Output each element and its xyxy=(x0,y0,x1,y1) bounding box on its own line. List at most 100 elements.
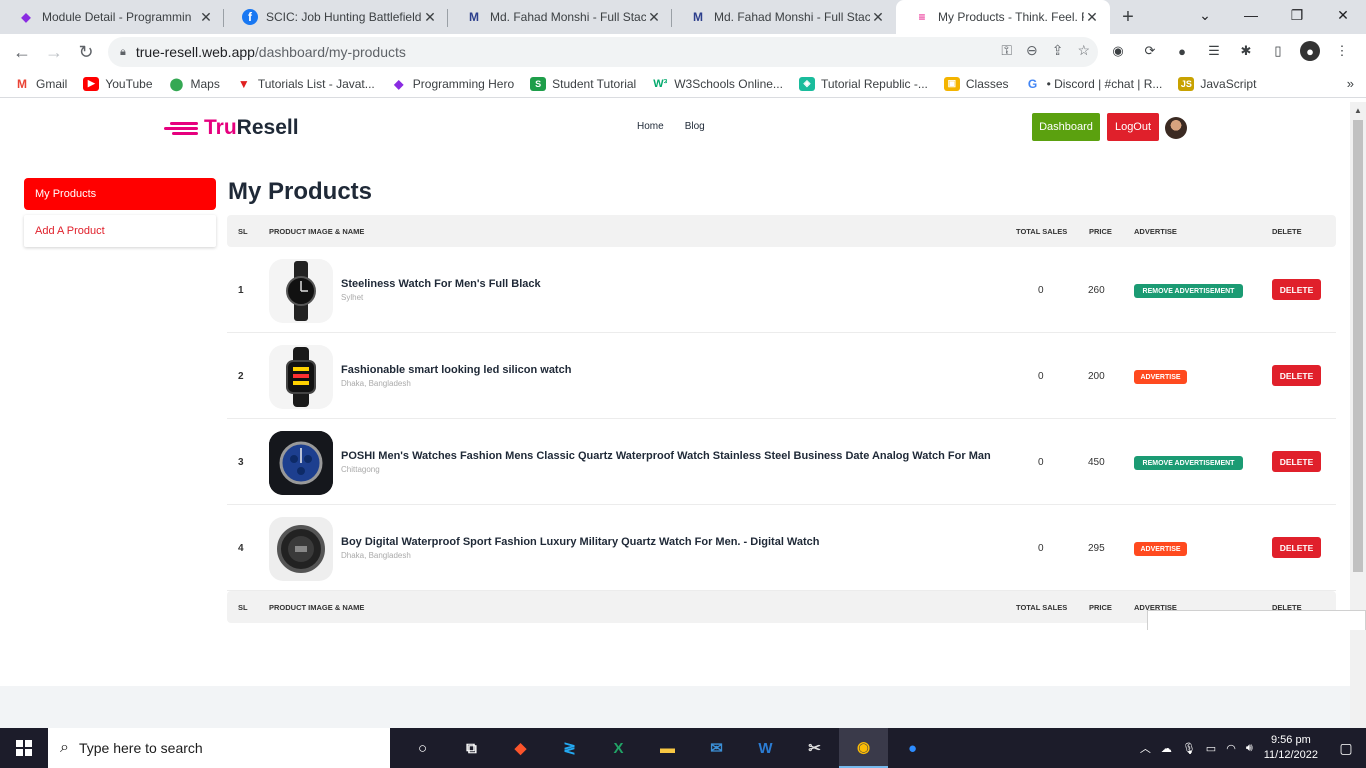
file-explorer-icon[interactable]: ▬ xyxy=(643,728,692,768)
tab-search-icon[interactable]: ⌄ xyxy=(1182,0,1228,30)
total-sales: 0 xyxy=(1038,543,1044,554)
zoom-icon[interactable]: ⊖ xyxy=(1026,42,1038,59)
bookmark-tutorial-republic[interactable]: ◈ Tutorial Republic -... xyxy=(798,76,928,91)
vscode-icon[interactable]: ≷ xyxy=(545,728,594,768)
brave-browser-icon[interactable]: ◆ xyxy=(496,728,545,768)
bookmark-tutorials-list[interactable]: ▼ Tutorials List - Javat... xyxy=(235,76,375,91)
puzzle-extensions-icon[interactable]: ✱ xyxy=(1236,41,1256,61)
sidebar-item-add-product[interactable]: Add A Product xyxy=(24,215,216,247)
restore-icon[interactable]: ❐ xyxy=(1274,0,1320,30)
cortana-icon[interactable]: ○ xyxy=(398,728,447,768)
bookmark-label: JavaScript xyxy=(1200,76,1257,91)
browser-tab[interactable]: M Md. Fahad Monshi - Full Stac ✕ xyxy=(448,0,672,34)
product-price: 260 xyxy=(1088,285,1105,296)
profile-avatar-icon[interactable]: ● xyxy=(1300,41,1320,61)
bookmark-gmail[interactable]: M Gmail xyxy=(14,76,67,91)
browser-tab[interactable]: ◆ Module Detail - Programmin ✕ xyxy=(0,0,224,34)
onedrive-icon[interactable]: ☁ xyxy=(1161,742,1172,755)
product-location: Dhaka, Bangladesh xyxy=(341,551,411,560)
wifi-icon[interactable]: ◠ xyxy=(1226,742,1236,755)
taskbar-search-input[interactable]: ⌕ Type here to search xyxy=(48,728,390,768)
side-panel-icon[interactable]: ▯ xyxy=(1268,41,1288,61)
back-icon[interactable]: ← xyxy=(6,36,38,68)
sync-extension-icon[interactable]: ⟳ xyxy=(1140,41,1160,61)
bookmark-discord[interactable]: G • Discord | #chat | R... xyxy=(1024,76,1162,91)
sidebar-item-my-products[interactable]: My Products xyxy=(24,178,216,210)
nav-home-link[interactable]: Home xyxy=(637,121,664,132)
bookmark-programming-hero[interactable]: ◆ Programming Hero xyxy=(390,76,514,91)
classroom-icon: ▣ xyxy=(943,76,960,91)
bookmark-w3schools[interactable]: W³ W3Schools Online... xyxy=(652,76,783,91)
bookmark-classes[interactable]: ▣ Classes xyxy=(943,76,1009,91)
chrome-icon[interactable]: ◉ xyxy=(839,728,888,768)
mail-icon[interactable]: ✉ xyxy=(692,728,741,768)
tab-title: My Products - Think. Feel. Re xyxy=(938,10,1084,24)
show-hidden-icons-icon[interactable]: ︿ xyxy=(1140,740,1151,756)
new-tab-button[interactable]: + xyxy=(1110,0,1146,34)
windows-start-icon[interactable] xyxy=(0,728,48,768)
delete-button[interactable]: DELETE xyxy=(1272,365,1321,386)
circle-extension-icon[interactable]: ● xyxy=(1172,41,1192,61)
bookmark-star-icon[interactable]: ☆ xyxy=(1077,42,1090,59)
volume-icon[interactable]: 🔊︎ xyxy=(1246,742,1253,755)
remove-advertisement-button[interactable]: REMOVE ADVERTISEMENT xyxy=(1134,456,1243,470)
close-tab-icon[interactable]: ✕ xyxy=(422,9,438,26)
advertise-button[interactable]: ADVERTISE xyxy=(1134,542,1187,556)
delete-button[interactable]: DELETE xyxy=(1272,451,1321,472)
bookmark-maps[interactable]: ⬤ Maps xyxy=(168,76,220,91)
notification-center-icon[interactable]: ▢ xyxy=(1326,728,1366,768)
camera-extension-icon[interactable]: ◉ xyxy=(1108,41,1128,61)
scrollbar-thumb[interactable] xyxy=(1353,120,1363,572)
snipping-tool-icon[interactable]: ✂ xyxy=(790,728,839,768)
bookmarks-bar: M Gmail ▶ YouTube ⬤ Maps ▼ Tutorials List - … xyxy=(0,70,1366,98)
logo-text-suffix: Resell xyxy=(236,116,299,139)
url-field[interactable]: 🔒︎ true-resell.web.app /dashboard/my-pro… xyxy=(108,37,1098,67)
share-icon[interactable]: ⇪ xyxy=(1052,42,1064,59)
site-logo[interactable]: Tru Resell xyxy=(164,116,299,140)
logout-button[interactable]: LogOut xyxy=(1107,113,1159,141)
page-footer xyxy=(0,686,1350,728)
browser-tab[interactable]: f SCIC: Job Hunting Battlefield ✕ xyxy=(224,0,448,34)
delete-button[interactable]: DELETE xyxy=(1272,279,1321,300)
close-tab-icon[interactable]: ✕ xyxy=(198,9,214,26)
word-icon[interactable]: W xyxy=(741,728,790,768)
close-window-icon[interactable]: ✕ xyxy=(1320,0,1366,30)
truresell-favicon-icon: ≡ xyxy=(918,10,926,24)
product-image-led-watch xyxy=(269,345,333,409)
remove-advertisement-button[interactable]: REMOVE ADVERTISEMENT xyxy=(1134,284,1243,298)
dashboard-button[interactable]: Dashboard xyxy=(1032,113,1100,141)
page-scrollbar[interactable]: ▲ xyxy=(1350,102,1366,728)
delete-button[interactable]: DELETE xyxy=(1272,537,1321,558)
close-tab-icon[interactable]: ✕ xyxy=(646,9,662,26)
row-serial: 3 xyxy=(238,457,244,468)
top-navigation: Home Blog xyxy=(637,121,705,132)
microphone-icon[interactable]: 🎙︎ xyxy=(1182,742,1196,755)
row-serial: 2 xyxy=(238,371,244,382)
advertise-button[interactable]: ADVERTISE xyxy=(1134,370,1187,384)
reload-icon[interactable]: ↻ xyxy=(70,36,102,68)
nav-blog-link[interactable]: Blog xyxy=(685,121,705,132)
close-tab-icon[interactable]: ✕ xyxy=(870,9,886,26)
bookmark-label: Classes xyxy=(965,76,1009,91)
zoom-icon[interactable]: ● xyxy=(888,728,937,768)
bookmark-youtube[interactable]: ▶ YouTube xyxy=(83,76,153,91)
user-avatar[interactable] xyxy=(1165,117,1187,139)
menu-kebab-icon[interactable]: ⋮ xyxy=(1332,41,1352,61)
bookmark-javascript[interactable]: JS JavaScript xyxy=(1178,76,1257,91)
browser-tab-active[interactable]: ≡ My Products - Think. Feel. Re ✕ xyxy=(896,0,1110,34)
list-extension-icon[interactable]: ☰ xyxy=(1204,41,1224,61)
javascript-icon: JS xyxy=(1178,76,1195,91)
scroll-up-icon[interactable]: ▲ xyxy=(1354,106,1362,115)
excel-icon[interactable]: X xyxy=(594,728,643,768)
minimize-icon[interactable]: — xyxy=(1228,0,1274,30)
forward-icon[interactable]: → xyxy=(38,36,70,68)
more-bookmarks-icon[interactable]: » xyxy=(1347,76,1354,91)
taskbar-clock[interactable]: 9:56 pm 11/12/2022 xyxy=(1264,733,1318,763)
key-icon[interactable]: ⚿ xyxy=(1001,42,1012,59)
bookmark-student-tutorial[interactable]: S Student Tutorial xyxy=(530,76,636,91)
task-view-icon[interactable]: ⧉ xyxy=(447,728,496,768)
browser-tab[interactable]: M Md. Fahad Monshi - Full Stac ✕ xyxy=(672,0,896,34)
close-tab-icon[interactable]: ✕ xyxy=(1084,9,1100,26)
product-location: Chittagong xyxy=(341,465,380,474)
battery-icon[interactable]: ▭ xyxy=(1206,742,1216,755)
